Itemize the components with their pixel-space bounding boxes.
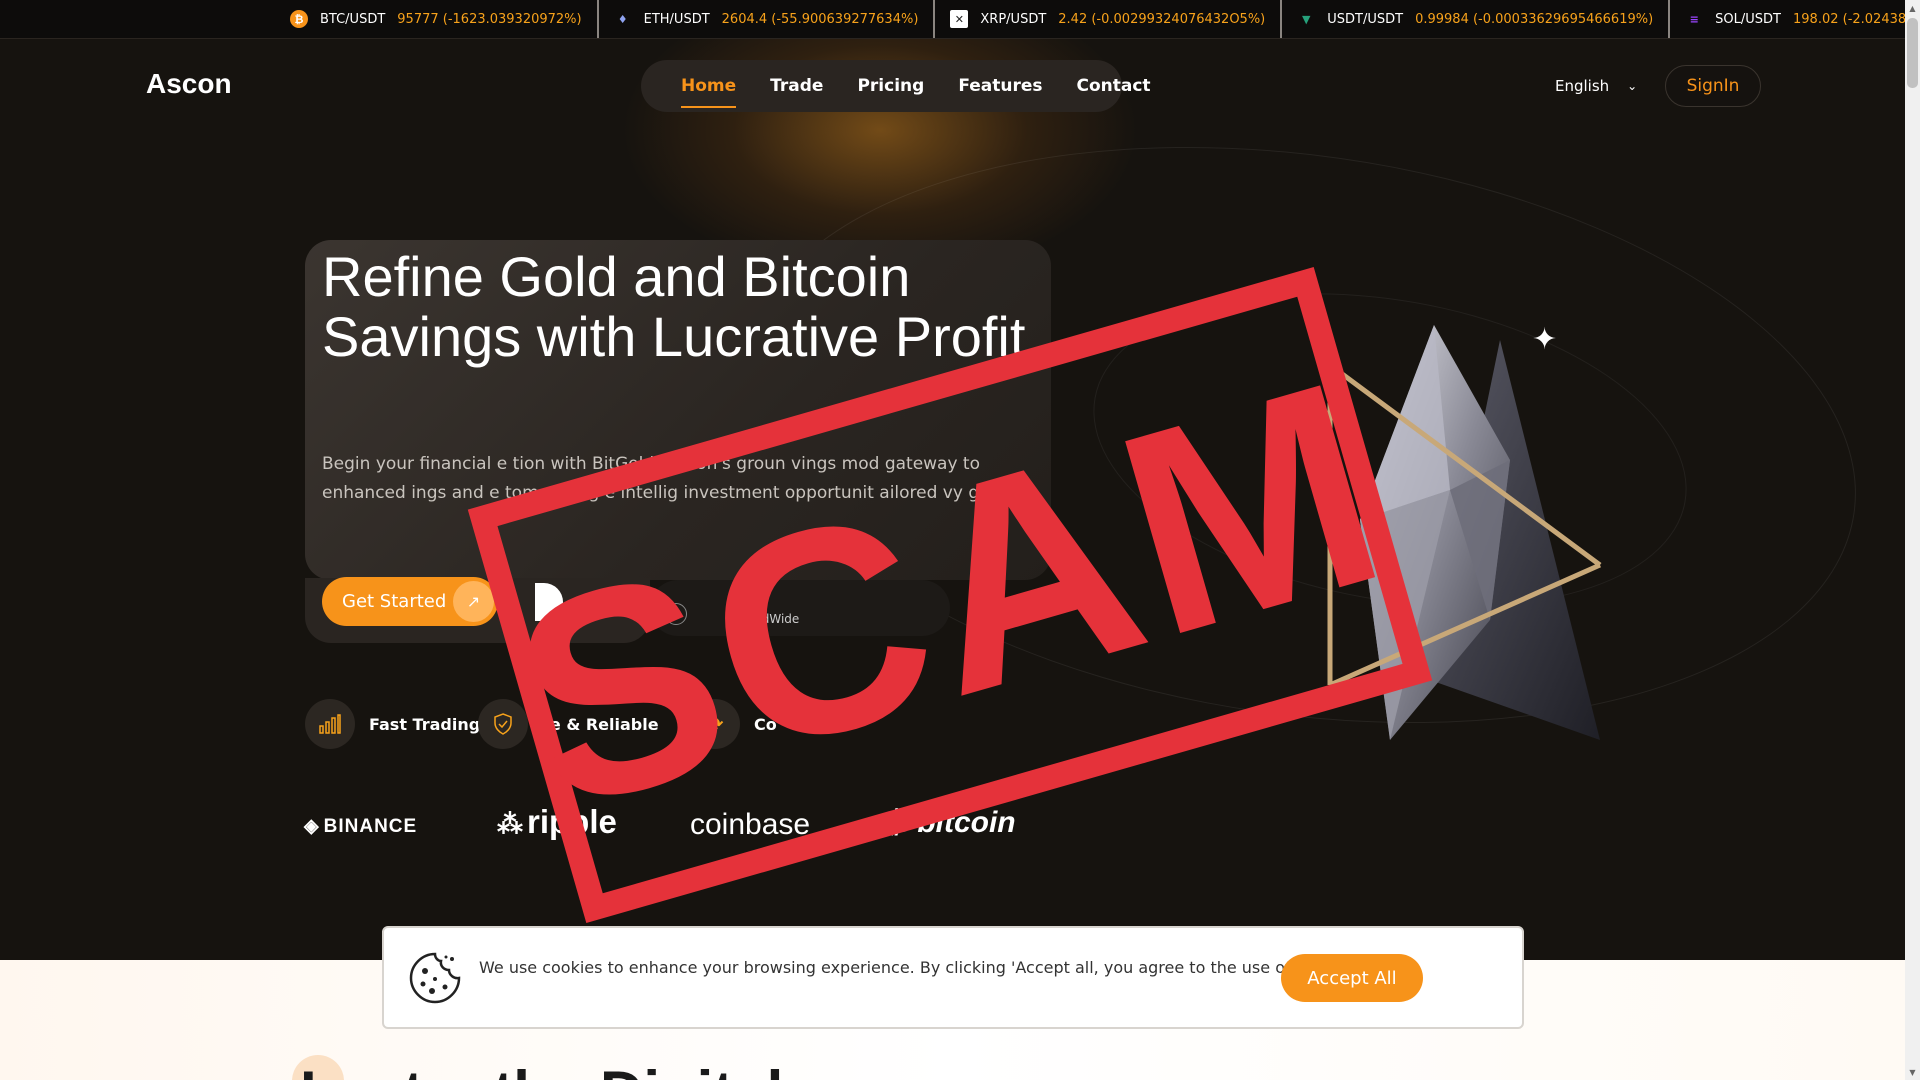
section-title: I ent n the Digital — [300, 1058, 783, 1080]
bitcoin-text: bitcoin — [917, 806, 1016, 839]
ticker-item[interactable]: ✕ XRP/USDT 2.42 (-0.00299324076432O5%) — [933, 0, 1280, 38]
nav-home[interactable]: Home — [681, 76, 737, 108]
tether-icon: ▼ — [1302, 12, 1311, 26]
nav-contact[interactable]: Contact — [1077, 76, 1151, 96]
cookie-message: We use cookies to enhance your browsing … — [479, 958, 1362, 977]
xrp-icon: ✕ — [950, 10, 969, 28]
arrow-up-right-icon: ↗ — [453, 581, 494, 622]
binance-text: BINANCE — [323, 816, 418, 837]
bitcoin-logo: ₿ bitcoin — [885, 806, 1016, 840]
ticker-value: 95777 (-1623.039320972%) — [397, 11, 582, 27]
cookie-banner: We use cookies to enhance your browsing … — [382, 926, 1524, 1029]
ticker-item[interactable]: ♦ ETH/USDT 2604.4 (-55.900639277634%) — [596, 0, 934, 38]
sparkle-icon: ✦ — [1532, 322, 1558, 357]
bitcoin-icon: ₿ — [290, 10, 308, 28]
bar-chart-icon — [305, 699, 355, 749]
ripple-logo: ⁂ ripple — [497, 803, 617, 841]
ticker-value: 2.42 (-0.00299324076432O5%) — [1058, 11, 1266, 27]
language-label: English — [1555, 77, 1610, 95]
scrollbar-thumb[interactable] — [1907, 18, 1918, 88]
cookie-icon — [409, 952, 461, 1004]
main-nav: Home Trade Pricing Features Contact — [641, 60, 1151, 112]
hero-description: Begin your financial e tion with BitGold… — [322, 454, 999, 503]
feature-secure: re & Reliable — [478, 699, 659, 749]
coinbase-logo: coinbase — [690, 808, 811, 841]
site-logo[interactable]: Ascon — [146, 68, 232, 100]
ticker-item[interactable]: ≡ SOL/USDT 198.02 (-2.0243885397958%) — [1668, 0, 1905, 38]
feature-fast-trading: Fast Trading — [305, 699, 480, 749]
language-select[interactable]: English ⌄ — [1555, 77, 1637, 95]
binance-mark-icon: ◈ — [304, 816, 320, 837]
bitcoin-mark-icon: ₿ — [885, 806, 912, 839]
refresh-icon: ⟳ — [690, 699, 740, 749]
ticker-item[interactable]: ▼ USDT/USDT 0.99984 (-0.0003362969546661… — [1280, 0, 1668, 38]
crystal-graphic-icon — [1327, 325, 1602, 740]
ripple-mark-icon: ⁂ — [497, 809, 523, 839]
feature-continuous: ⟳ Co — [690, 699, 777, 749]
stat-subtitle: from dWide — [730, 612, 800, 626]
scroll-up-icon[interactable]: ▲ — [1905, 0, 1920, 16]
stat-pill — [650, 580, 950, 636]
feature-label: Fast Trading — [369, 714, 481, 734]
hero-title: Refine Gold and Bitcoin Savings with Luc… — [322, 245, 1026, 368]
signin-button[interactable]: SignIn — [1665, 65, 1761, 107]
stat-number: 0M+ — [730, 596, 759, 610]
get-started-button[interactable]: Get Started ↗ — [322, 577, 498, 626]
ticker-pair: ETH/USDT — [643, 11, 710, 27]
page: ₿ BTC/USDT 95777 (-1623.039320972%) ♦ ET… — [0, 0, 1920, 1080]
nav-pricing[interactable]: Pricing — [857, 76, 924, 96]
ticker-pair: BTC/USDT — [320, 11, 386, 27]
ripple-text: ripple — [527, 803, 617, 840]
nav-trade[interactable]: Trade — [770, 76, 823, 96]
chevron-down-icon: ⌄ — [1627, 79, 1638, 93]
feature-label: Co — [754, 714, 777, 734]
ticker-item[interactable]: ₿ BTC/USDT 95777 (-1623.039320972%) — [275, 0, 597, 38]
solana-icon: ≡ — [1689, 12, 1699, 26]
globe-icon — [665, 603, 687, 625]
shield-icon — [478, 699, 528, 749]
get-started-label: Get Started — [342, 591, 447, 612]
ticker-pair: USDT/USDT — [1327, 11, 1404, 27]
ethereum-icon: ♦ — [617, 12, 628, 26]
ticker-value: 2604.4 (-55.900639277634%) — [721, 11, 919, 27]
feature-label: re & Reliable — [542, 714, 659, 734]
accept-all-button[interactable]: Accept All — [1281, 954, 1423, 1002]
scrollbar-track[interactable] — [1905, 0, 1920, 1080]
ticker-value: 0.99984 (-0.00033629695466619%) — [1415, 11, 1654, 27]
ticker-pair: XRP/USDT — [980, 11, 1047, 27]
nav-features[interactable]: Features — [958, 76, 1042, 96]
scroll-down-icon[interactable]: ▼ — [1905, 1064, 1920, 1080]
binance-logo: ◈ BINANCE — [304, 815, 417, 838]
ticker-value: 198.02 (-2.0243885397958%) — [1793, 11, 1905, 27]
ticker-pair: SOL/USDT — [1715, 11, 1781, 27]
price-ticker: ₿ BTC/USDT 95777 (-1623.039320972%) ♦ ET… — [0, 0, 1905, 39]
